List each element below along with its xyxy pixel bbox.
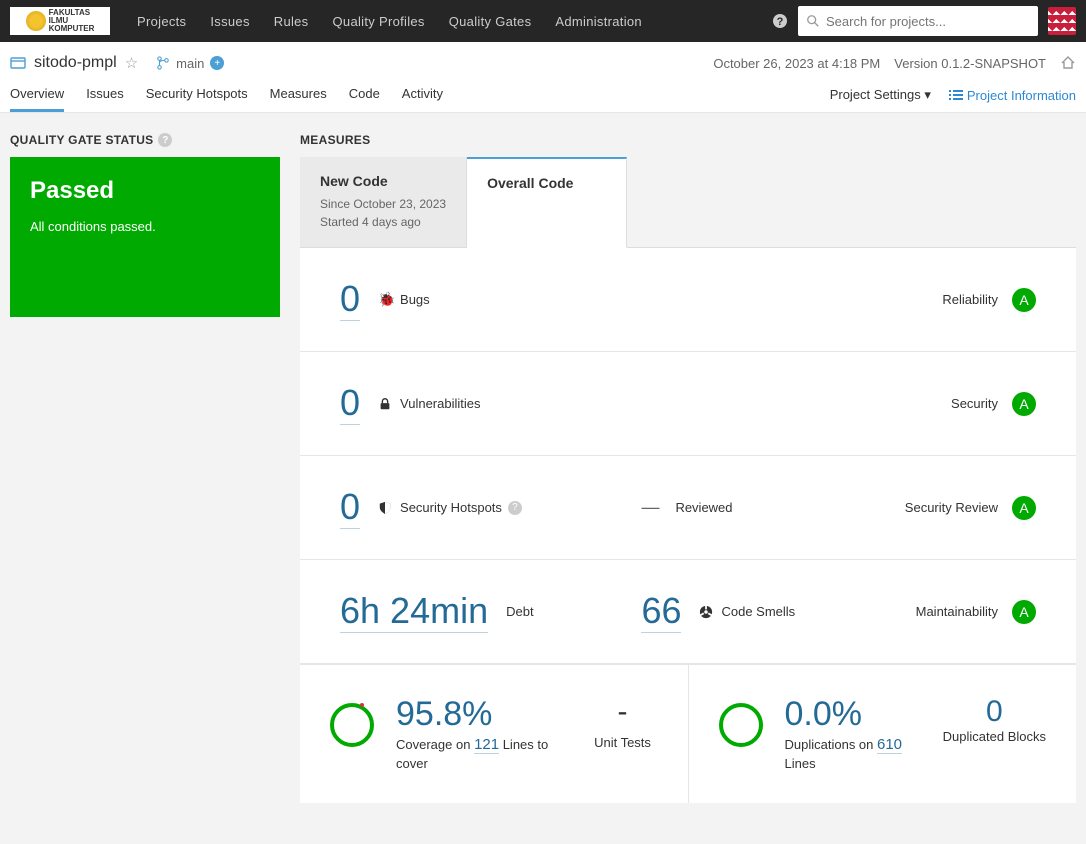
security-rating[interactable]: A	[1012, 392, 1036, 416]
quality-gate-desc: All conditions passed.	[30, 219, 260, 234]
dup-blocks-value[interactable]: 0	[986, 695, 1003, 728]
user-avatar[interactable]	[1048, 7, 1076, 35]
measures-panel: 0 🐞 Bugs Reliability A 0	[300, 248, 1076, 803]
nav-quality-profiles[interactable]: Quality Profiles	[321, 0, 437, 42]
search-icon	[806, 14, 820, 28]
nav-quality-gates[interactable]: Quality Gates	[437, 0, 544, 42]
vulns-label: Vulnerabilities	[400, 396, 480, 411]
hotspots-label: Security Hotspots	[400, 500, 502, 515]
top-nav: FAKULTASILMUKOMPUTER Projects Issues Rul…	[0, 0, 1086, 42]
project-name: sitodo-pmpl	[34, 54, 117, 72]
duplication-card: 0.0% Duplications on 610 Lines 0 Duplica…	[689, 664, 1077, 803]
hotspots-count[interactable]: 0	[340, 486, 360, 529]
coverage-pct[interactable]: 95.8%	[396, 695, 492, 733]
measure-vulnerabilities: 0 Vulnerabilities Security A	[300, 352, 1076, 456]
code-smells-label: Code Smells	[721, 604, 795, 619]
coverage-donut-icon	[330, 703, 374, 747]
code-smells-count[interactable]: 66	[641, 590, 681, 633]
lines-to-cover[interactable]: 121	[474, 736, 499, 754]
vulns-count[interactable]: 0	[340, 382, 360, 425]
measures-title: MEASURES	[300, 133, 1076, 147]
duplication-pct[interactable]: 0.0%	[785, 695, 863, 733]
maintainability-rating[interactable]: A	[1012, 600, 1036, 624]
bug-icon: 🐞	[378, 291, 394, 308]
tab-issues[interactable]: Issues	[86, 78, 124, 112]
bugs-count[interactable]: 0	[340, 278, 360, 321]
tab-new-code[interactable]: New Code Since October 23, 2023 Started …	[300, 157, 467, 247]
maintainability-label: Maintainability	[916, 604, 998, 619]
search-input[interactable]	[826, 14, 1030, 29]
measure-hotspots: 0 Security Hotspots ? — Reviewed Securit…	[300, 456, 1076, 560]
security-label: Security	[951, 396, 998, 411]
debt-label: Debt	[506, 604, 533, 619]
tab-code[interactable]: Code	[349, 78, 380, 112]
project-title-wrap: sitodo-pmpl ☆ main +	[10, 54, 224, 72]
quality-gate-status: Passed	[30, 177, 260, 205]
duplication-donut-icon	[719, 703, 763, 747]
measure-bugs: 0 🐞 Bugs Reliability A	[300, 248, 1076, 352]
measure-debt: 6h 24min Debt 66 Code Smells Mainta	[300, 560, 1076, 664]
favorite-star-icon[interactable]: ☆	[125, 54, 138, 72]
code-smell-icon	[699, 605, 715, 619]
homepage-icon[interactable]	[1060, 55, 1076, 71]
project-information-link[interactable]: Project Information	[949, 88, 1076, 103]
tab-security-hotspots[interactable]: Security Hotspots	[146, 78, 248, 112]
main: MEASURES New Code Since October 23, 2023…	[300, 133, 1076, 803]
security-review-rating[interactable]: A	[1012, 496, 1036, 520]
svg-text:?: ?	[777, 16, 784, 28]
tab-activity[interactable]: Activity	[402, 78, 443, 112]
logo[interactable]: FAKULTASILMUKOMPUTER	[10, 7, 110, 35]
help-icon[interactable]: ?	[158, 133, 172, 147]
project-meta: October 26, 2023 at 4:18 PM Version 0.1.…	[713, 55, 1076, 71]
top-nav-right: ?	[772, 6, 1076, 36]
unit-tests-value: -	[588, 695, 658, 729]
security-review-label: Security Review	[905, 500, 998, 515]
last-analysis-date: October 26, 2023 at 4:18 PM	[713, 56, 880, 71]
unit-tests-label: Unit Tests	[588, 735, 658, 752]
branch-icon	[156, 56, 170, 70]
project-settings-dropdown[interactable]: Project Settings ▾	[830, 87, 931, 103]
tab-overview[interactable]: Overview	[10, 78, 64, 112]
quality-gate-title: QUALITY GATE STATUS ?	[10, 133, 280, 147]
coverage-card: 95.8% Coverage on 121 Lines to cover - U…	[300, 664, 689, 803]
shield-icon	[378, 501, 394, 515]
project-tabs: Overview Issues Security Hotspots Measur…	[10, 78, 443, 112]
reliability-rating[interactable]: A	[1012, 288, 1036, 312]
reviewed-value: —	[641, 497, 657, 518]
dup-lines[interactable]: 610	[877, 736, 902, 754]
help-icon[interactable]: ?	[508, 501, 522, 515]
debt-value[interactable]: 6h 24min	[340, 590, 488, 633]
reliability-label: Reliability	[942, 292, 998, 307]
dup-blocks-label: Duplicated Blocks	[943, 729, 1046, 746]
bugs-label: Bugs	[400, 292, 430, 307]
code-tabs: New Code Since October 23, 2023 Started …	[300, 157, 1076, 248]
quality-gate-card: Passed All conditions passed.	[10, 157, 280, 317]
add-branch-icon[interactable]: +	[210, 56, 224, 70]
project-actions: Project Settings ▾ Project Information	[830, 87, 1076, 103]
search-box[interactable]	[798, 6, 1038, 36]
nav-issues[interactable]: Issues	[198, 0, 261, 42]
duplication-desc: Duplications on 610 Lines	[785, 734, 921, 773]
nav-rules[interactable]: Rules	[262, 0, 321, 42]
lock-icon	[378, 397, 394, 411]
list-icon	[949, 89, 963, 101]
project-qualifier-icon	[10, 55, 26, 71]
sidebar: QUALITY GATE STATUS ? Passed All conditi…	[10, 133, 280, 803]
project-version: Version 0.1.2-SNAPSHOT	[894, 56, 1046, 71]
coverage-desc: Coverage on 121 Lines to cover	[396, 734, 566, 773]
branch-selector[interactable]: main +	[156, 56, 224, 71]
top-nav-left: FAKULTASILMUKOMPUTER Projects Issues Rul…	[10, 0, 654, 42]
project-header: sitodo-pmpl ☆ main + October 26, 2023 at…	[0, 42, 1086, 113]
help-icon[interactable]: ?	[772, 13, 788, 29]
tab-measures[interactable]: Measures	[270, 78, 327, 112]
nav-administration[interactable]: Administration	[543, 0, 654, 42]
nav-projects[interactable]: Projects	[125, 0, 198, 42]
reviewed-label: Reviewed	[675, 500, 732, 515]
tab-overall-code[interactable]: Overall Code	[467, 157, 627, 248]
branch-name: main	[176, 56, 204, 71]
